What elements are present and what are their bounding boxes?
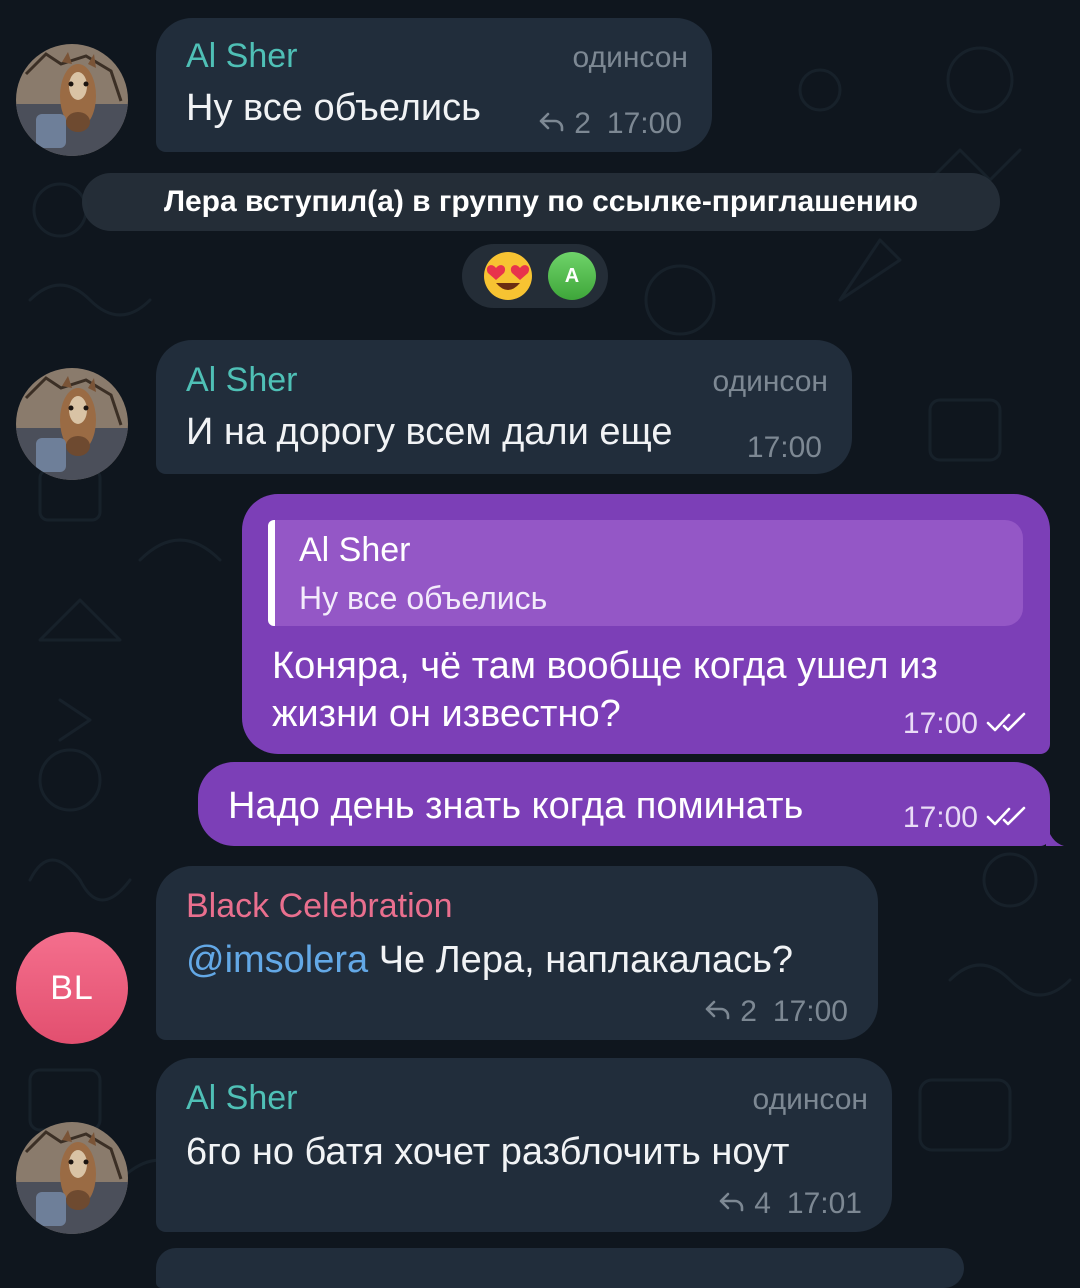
message-meta: 17:00 bbox=[747, 430, 822, 466]
message-text: @imsolera Че Лера, наплакалась? bbox=[186, 936, 793, 984]
message-time: 17:00 bbox=[902, 801, 978, 834]
reply-sender: Al Sher bbox=[299, 531, 411, 569]
horse-photo-icon bbox=[16, 1122, 128, 1234]
service-message: Лера вступил(а) в группу по ссылке-пригл… bbox=[82, 173, 1000, 231]
double-check-read-icon bbox=[986, 706, 1030, 742]
reply-arrow-icon[interactable] bbox=[538, 106, 566, 142]
avatar-al-sher[interactable] bbox=[16, 368, 128, 480]
message-text: И на дорогу всем дали еще bbox=[186, 411, 673, 453]
reply-count[interactable]: 2 bbox=[740, 994, 757, 1030]
message-time: 17:01 bbox=[786, 1187, 862, 1220]
double-check-read-icon bbox=[986, 800, 1030, 836]
message-body: Че Лера, наплакалась? bbox=[368, 939, 794, 981]
heart-eyes-emoji-icon bbox=[482, 250, 534, 302]
reply-count[interactable]: 4 bbox=[754, 1186, 771, 1222]
message-meta: 17:00 bbox=[903, 800, 1030, 836]
mention-link[interactable]: @imsolera bbox=[186, 939, 368, 981]
message-bubble[interactable]: Al Sher одинсон 6го но батя хочет разбло… bbox=[156, 1058, 892, 1232]
message-bubble[interactable]: Al Sher одинсон И на дорогу всем дали ещ… bbox=[156, 340, 852, 474]
message-text-line-1: Коняра, чё там вообще когда ушел из bbox=[272, 645, 938, 687]
bubble-tail bbox=[1046, 822, 1064, 846]
reply-arrow-icon[interactable] bbox=[704, 994, 732, 1030]
reactor-initial: A bbox=[564, 264, 580, 287]
outgoing-message-bubble[interactable]: Надо день знать когда поминать 17:00 bbox=[198, 762, 1050, 846]
message-time: 17:00 bbox=[606, 107, 682, 140]
admin-rank: одинсон bbox=[752, 1083, 868, 1116]
reply-arrow-icon[interactable] bbox=[718, 1186, 746, 1222]
reaction-chip[interactable]: A bbox=[462, 244, 608, 308]
avatar-black-celebration[interactable]: BL bbox=[16, 932, 128, 1044]
message-meta: 2 17:00 bbox=[704, 994, 848, 1030]
reactor-avatar: A bbox=[548, 252, 596, 300]
message-text: Ну все объелись bbox=[186, 87, 481, 129]
message-meta: 2 17:00 bbox=[538, 106, 682, 142]
message-bubble-partial[interactable] bbox=[156, 1248, 964, 1288]
message-text-line-2: жизни он известно? bbox=[272, 693, 621, 735]
sender-name[interactable]: Al Sher bbox=[186, 36, 298, 76]
reply-count[interactable]: 2 bbox=[574, 106, 591, 142]
outgoing-message-bubble[interactable]: Al Sher Ну все объелись Коняра, чё там в… bbox=[242, 494, 1050, 754]
avatar-al-sher[interactable] bbox=[16, 1122, 128, 1234]
message-meta: 4 17:01 bbox=[718, 1186, 862, 1222]
horse-photo-icon bbox=[16, 44, 128, 156]
reply-quote[interactable]: Al Sher Ну все объелись bbox=[268, 520, 1023, 626]
sender-name[interactable]: Al Sher bbox=[186, 360, 298, 400]
horse-photo-icon bbox=[16, 368, 128, 480]
message-meta: 17:00 bbox=[903, 706, 1030, 742]
message-time: 17:00 bbox=[902, 707, 978, 740]
sender-name[interactable]: Al Sher bbox=[186, 1078, 298, 1118]
sender-name[interactable]: Black Celebration bbox=[186, 886, 452, 926]
message-time: 17:00 bbox=[772, 995, 848, 1028]
message-bubble[interactable]: Black Celebration @imsolera Че Лера, нап… bbox=[156, 866, 878, 1040]
message-text: Надо день знать когда поминать bbox=[228, 785, 804, 827]
avatar-al-sher[interactable] bbox=[16, 44, 128, 156]
admin-rank: одинсон bbox=[572, 41, 688, 74]
avatar-initials: BL bbox=[50, 968, 94, 1007]
message-text: 6го но батя хочет разблочить ноут bbox=[186, 1131, 790, 1173]
message-bubble[interactable]: Al Sher одинсон Ну все объелись 2 17:00 bbox=[156, 18, 712, 152]
admin-rank: одинсон bbox=[712, 365, 828, 398]
reply-text: Ну все объелись bbox=[299, 580, 548, 616]
message-time: 17:00 bbox=[746, 431, 822, 464]
